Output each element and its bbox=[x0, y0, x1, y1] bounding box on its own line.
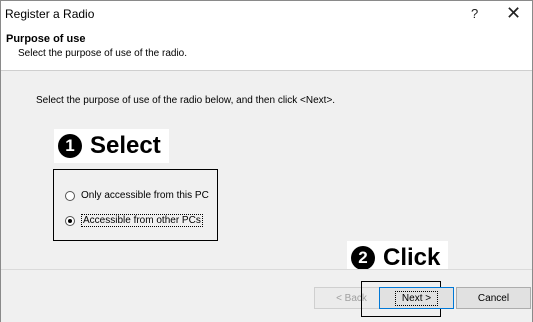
next-button[interactable]: Next > bbox=[379, 287, 454, 309]
close-button[interactable]: ✕ bbox=[506, 2, 521, 24]
radio-button-unchecked[interactable] bbox=[65, 190, 75, 201]
page-subtitle: Select the purpose of use of the radio. bbox=[18, 48, 187, 59]
select-callout: 1 Select bbox=[54, 129, 169, 163]
instruction-text: Select the purpose of use of the radio b… bbox=[36, 95, 336, 106]
purpose-options-highlight: Only accessible from this PC Accessible … bbox=[53, 169, 218, 241]
title-bar: Register a Radio ? ✕ bbox=[1, 1, 532, 28]
radio-button-checked[interactable] bbox=[65, 215, 75, 226]
step-2-badge: 2 bbox=[351, 246, 375, 270]
radio-option-this-pc[interactable]: Only accessible from this PC bbox=[65, 190, 209, 201]
register-radio-dialog: Register a Radio ? ✕ Purpose of use Sele… bbox=[0, 0, 533, 322]
radio-label: Only accessible from this PC bbox=[81, 190, 209, 201]
wizard-header: Purpose of use Select the purpose of use… bbox=[1, 28, 532, 71]
help-button[interactable]: ? bbox=[471, 6, 478, 21]
click-callout-label: Click bbox=[383, 244, 441, 271]
step-1-badge: 1 bbox=[58, 134, 82, 158]
radio-option-other-pcs[interactable]: Accessible from other PCs bbox=[65, 214, 203, 227]
radio-label: Accessible from other PCs bbox=[81, 214, 203, 227]
select-callout-label: Select bbox=[90, 132, 161, 159]
cancel-button-label: Cancel bbox=[477, 292, 510, 304]
cancel-button[interactable]: Cancel bbox=[456, 287, 531, 309]
wizard-body: Select the purpose of use of the radio b… bbox=[1, 71, 532, 275]
page-title: Purpose of use bbox=[6, 33, 86, 45]
window-title: Register a Radio bbox=[5, 7, 95, 21]
wizard-footer: < Back Next > Cancel bbox=[1, 269, 532, 322]
next-button-label: Next > bbox=[394, 290, 439, 306]
